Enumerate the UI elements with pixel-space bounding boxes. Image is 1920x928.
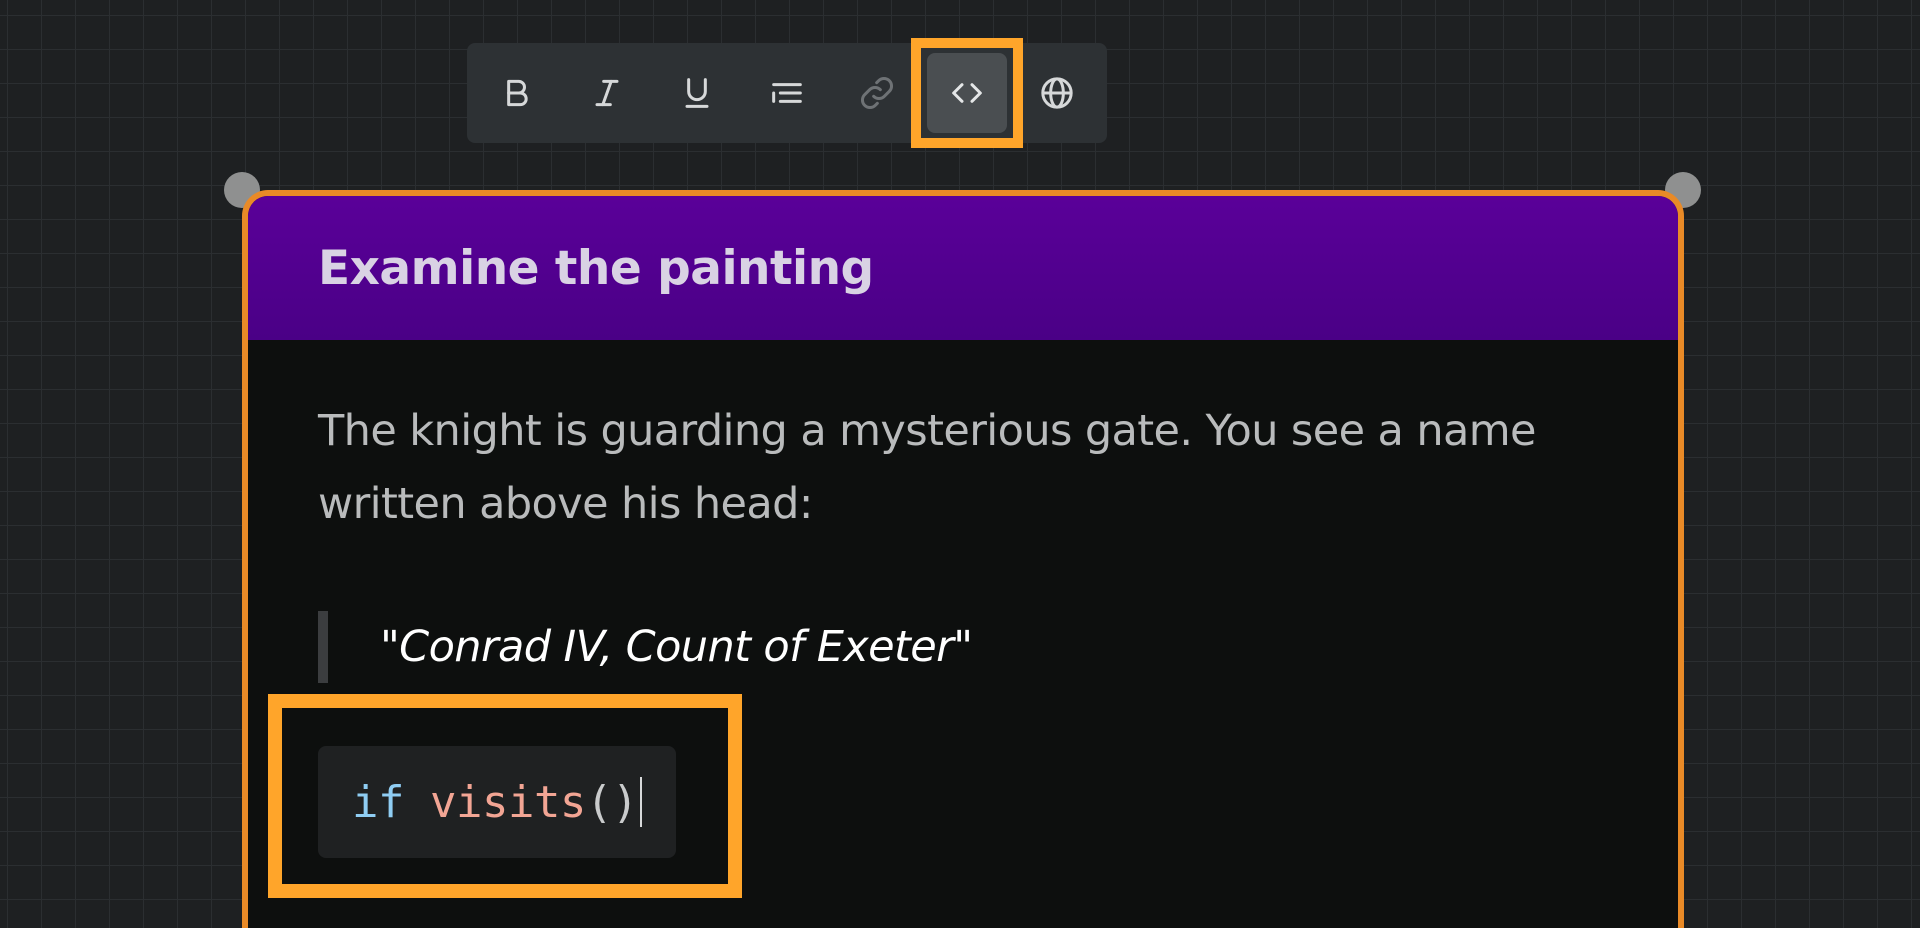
node-header[interactable]: Examine the painting <box>248 196 1678 340</box>
bold-button[interactable] <box>477 53 557 133</box>
code-function-name: visits <box>429 776 586 828</box>
node-title[interactable]: Examine the painting <box>318 241 874 296</box>
italic-button[interactable] <box>567 53 647 133</box>
code-button[interactable] <box>911 38 1023 148</box>
code-icon <box>947 73 987 113</box>
bold-icon <box>497 73 537 113</box>
code-keyword: if <box>352 776 430 828</box>
blockquote-text[interactable]: "Conrad IV, Count of Exeter" <box>380 622 973 672</box>
blockquote[interactable]: "Conrad IV, Count of Exeter" <box>318 611 1608 683</box>
code-parens: () <box>585 776 638 828</box>
story-node[interactable]: Examine the painting The knight is guard… <box>242 190 1684 928</box>
formatting-toolbar <box>467 38 1107 148</box>
node-body[interactable]: The knight is guarding a mysterious gate… <box>248 340 1678 683</box>
inline-code-block[interactable]: if visits() <box>318 746 676 858</box>
globe-button[interactable] <box>1017 53 1097 133</box>
link-button[interactable] <box>837 53 917 133</box>
link-icon <box>857 73 897 113</box>
list-button[interactable] <box>747 53 827 133</box>
list-icon <box>767 73 807 113</box>
text-caret <box>639 777 642 827</box>
node-body-text[interactable]: The knight is guarding a mysterious gate… <box>318 395 1608 541</box>
underline-icon <box>677 73 717 113</box>
globe-icon <box>1037 73 1077 113</box>
underline-button[interactable] <box>657 53 737 133</box>
italic-icon <box>587 73 627 113</box>
